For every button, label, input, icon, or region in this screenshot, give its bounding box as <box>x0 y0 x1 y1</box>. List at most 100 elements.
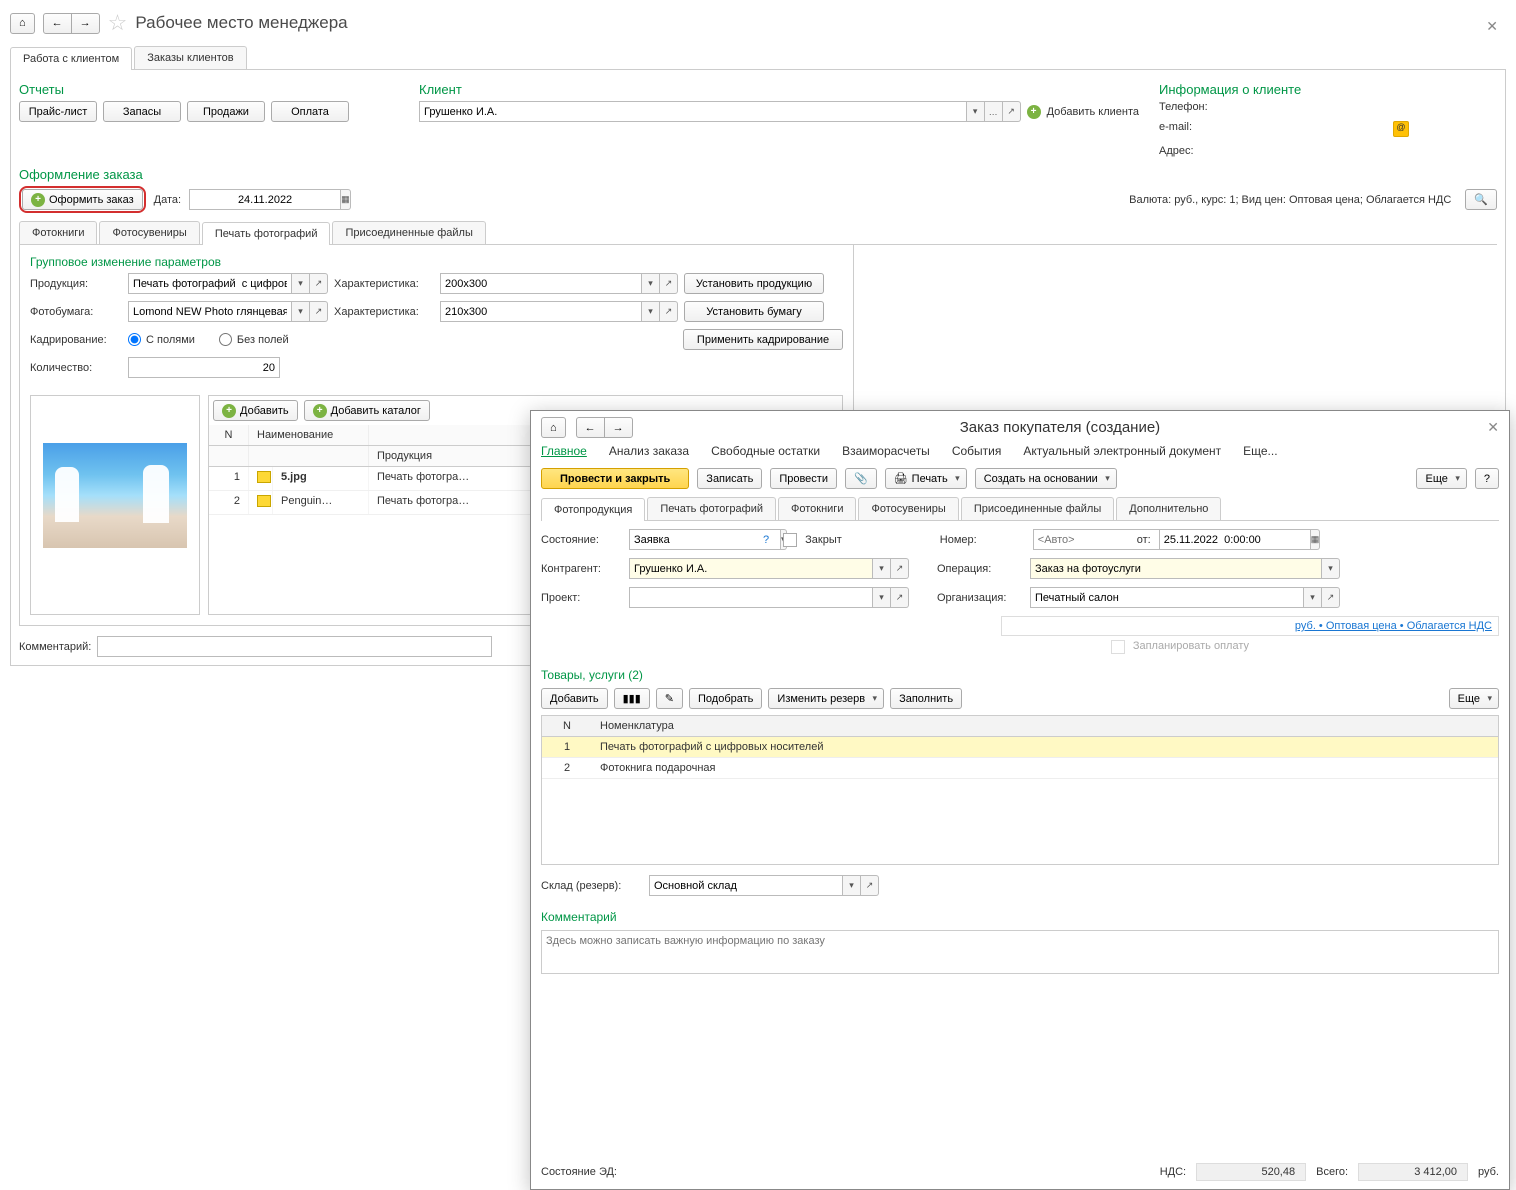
mnav-settlements[interactable]: Взаиморасчеты <box>842 444 930 458</box>
goods-add-button[interactable]: Добавить <box>541 688 608 709</box>
mtab-files[interactable]: Присоединенные файлы <box>961 497 1114 520</box>
close-icon[interactable]: ✕ <box>1486 18 1498 35</box>
favorite-star-icon[interactable]: ☆ <box>108 10 128 36</box>
qty-input[interactable] <box>128 357 280 378</box>
save-button[interactable]: Записать <box>697 468 762 489</box>
org-input[interactable] <box>1030 587 1304 608</box>
tab-attached-files[interactable]: Присоединенные файлы <box>332 221 485 244</box>
add-catalog-button[interactable]: +Добавить каталог <box>304 400 430 421</box>
crop-with-margins[interactable]: С полями <box>128 333 195 346</box>
char2-open-icon[interactable]: ↗ <box>660 301 678 322</box>
partner-input[interactable] <box>629 558 873 579</box>
add-client-icon[interactable]: + <box>1027 105 1041 119</box>
stock-dd-icon[interactable]: ▾ <box>843 875 861 896</box>
partner-dd-icon[interactable]: ▾ <box>873 558 891 579</box>
modal-back-button[interactable]: ← <box>576 417 605 438</box>
project-dd-icon[interactable]: ▾ <box>873 587 891 608</box>
create-based-button[interactable]: Создать на основании <box>975 468 1117 489</box>
mnav-analysis[interactable]: Анализ заказа <box>609 444 689 458</box>
tab-souvenirs[interactable]: Фотосувениры <box>99 221 199 244</box>
modal-more-button[interactable]: Еще <box>1416 468 1466 489</box>
partner-open-icon[interactable]: ↗ <box>891 558 909 579</box>
stock-open-icon[interactable]: ↗ <box>861 875 879 896</box>
price-terms-link[interactable]: руб. • Оптовая цена • Облагается НДС <box>1295 620 1492 632</box>
product-open-icon[interactable]: ↗ <box>310 273 328 294</box>
calendar-icon[interactable]: ▦ <box>341 189 351 210</box>
goods-pick-button[interactable]: Подобрать <box>689 688 762 709</box>
set-product-button[interactable]: Установить продукцию <box>684 273 824 294</box>
nav-back-button[interactable]: ← <box>43 13 72 34</box>
email-icon[interactable]: @ <box>1393 121 1409 137</box>
goods-more-button[interactable]: Еще <box>1449 688 1499 709</box>
comment-input[interactable] <box>97 636 492 657</box>
client-open-icon[interactable]: ↗ <box>1003 101 1021 122</box>
mtab-souv[interactable]: Фотосувениры <box>858 497 958 520</box>
stock-button[interactable]: Запасы <box>103 101 181 122</box>
home-button[interactable]: ⌂ <box>10 13 35 34</box>
project-open-icon[interactable]: ↗ <box>891 587 909 608</box>
payment-button[interactable]: Оплата <box>271 101 349 122</box>
help-link-icon[interactable]: ? <box>763 534 769 546</box>
paper-input[interactable] <box>128 301 292 322</box>
mtab-photoprod[interactable]: Фотопродукция <box>541 498 645 521</box>
state-input[interactable] <box>629 529 781 550</box>
apply-crop-button[interactable]: Применить кадрирование <box>683 329 843 350</box>
modal-home-button[interactable]: ⌂ <box>541 417 566 438</box>
mtab-print[interactable]: Печать фотографий <box>647 497 776 520</box>
mnav-more[interactable]: Еще... <box>1243 444 1277 458</box>
price-list-button[interactable]: Прайс-лист <box>19 101 97 122</box>
goods-row[interactable]: 1 Печать фотографий с цифровых носителей <box>542 737 1498 758</box>
operation-input[interactable] <box>1030 558 1322 579</box>
tab-client-orders[interactable]: Заказы клиентов <box>134 46 246 69</box>
print-button[interactable]: 🖨 Печать <box>885 468 967 489</box>
modal-close-icon[interactable]: ✕ <box>1487 419 1499 436</box>
char-input-2[interactable] <box>440 301 642 322</box>
nav-forward-button[interactable]: → <box>71 13 100 34</box>
char1-open-icon[interactable]: ↗ <box>660 273 678 294</box>
date-input[interactable] <box>189 189 341 210</box>
goods-apply-button[interactable]: ✎ <box>656 688 683 709</box>
attach-button[interactable]: 📎 <box>845 468 877 489</box>
client-dropdown-icon[interactable]: ▾ <box>967 101 985 122</box>
add-client-link[interactable]: Добавить клиента <box>1047 106 1139 118</box>
order-calendar-icon[interactable]: ▦ <box>1311 529 1321 550</box>
plan-payment-checkbox[interactable] <box>1111 640 1125 654</box>
operation-dd-icon[interactable]: ▾ <box>1322 558 1340 579</box>
paper-dd-icon[interactable]: ▾ <box>292 301 310 322</box>
help-button[interactable]: ? <box>1475 468 1499 489</box>
barcode-button[interactable]: ▮▮▮ <box>614 688 650 709</box>
mnav-free-stock[interactable]: Свободные остатки <box>711 444 820 458</box>
comment-textarea[interactable] <box>541 930 1499 974</box>
post-button[interactable]: Провести <box>770 468 837 489</box>
project-input[interactable] <box>629 587 873 608</box>
mtab-books[interactable]: Фотокниги <box>778 497 856 520</box>
client-ellipsis-icon[interactable]: … <box>985 101 1003 122</box>
tab-client-work[interactable]: Работа с клиентом <box>10 47 132 70</box>
char2-dd-icon[interactable]: ▾ <box>642 301 660 322</box>
client-input[interactable] <box>419 101 967 122</box>
search-button[interactable]: 🔍 <box>1465 189 1497 210</box>
sales-button[interactable]: Продажи <box>187 101 265 122</box>
crop-no-margins[interactable]: Без полей <box>219 333 289 346</box>
tab-photobooks[interactable]: Фотокниги <box>19 221 97 244</box>
mtab-extra[interactable]: Дополнительно <box>1116 497 1221 520</box>
closed-checkbox[interactable] <box>783 533 797 547</box>
mnav-edoc[interactable]: Актуальный электронный документ <box>1023 444 1221 458</box>
post-close-button[interactable]: Провести и закрыть <box>541 468 689 489</box>
tab-photo-print[interactable]: Печать фотографий <box>202 222 331 245</box>
mnav-main[interactable]: Главное <box>541 444 587 458</box>
org-open-icon[interactable]: ↗ <box>1322 587 1340 608</box>
char1-dd-icon[interactable]: ▾ <box>642 273 660 294</box>
product-dd-icon[interactable]: ▾ <box>292 273 310 294</box>
mnav-events[interactable]: События <box>952 444 1002 458</box>
goods-fill-button[interactable]: Заполнить <box>890 688 962 709</box>
product-input[interactable] <box>128 273 292 294</box>
add-file-button[interactable]: +Добавить <box>213 400 298 421</box>
char-input-1[interactable] <box>440 273 642 294</box>
order-date-input[interactable] <box>1159 529 1311 550</box>
set-paper-button[interactable]: Установить бумагу <box>684 301 824 322</box>
org-dd-icon[interactable]: ▾ <box>1304 587 1322 608</box>
create-order-button[interactable]: + Оформить заказ <box>22 189 143 210</box>
stock-input[interactable] <box>649 875 843 896</box>
change-reserve-button[interactable]: Изменить резерв <box>768 688 884 709</box>
